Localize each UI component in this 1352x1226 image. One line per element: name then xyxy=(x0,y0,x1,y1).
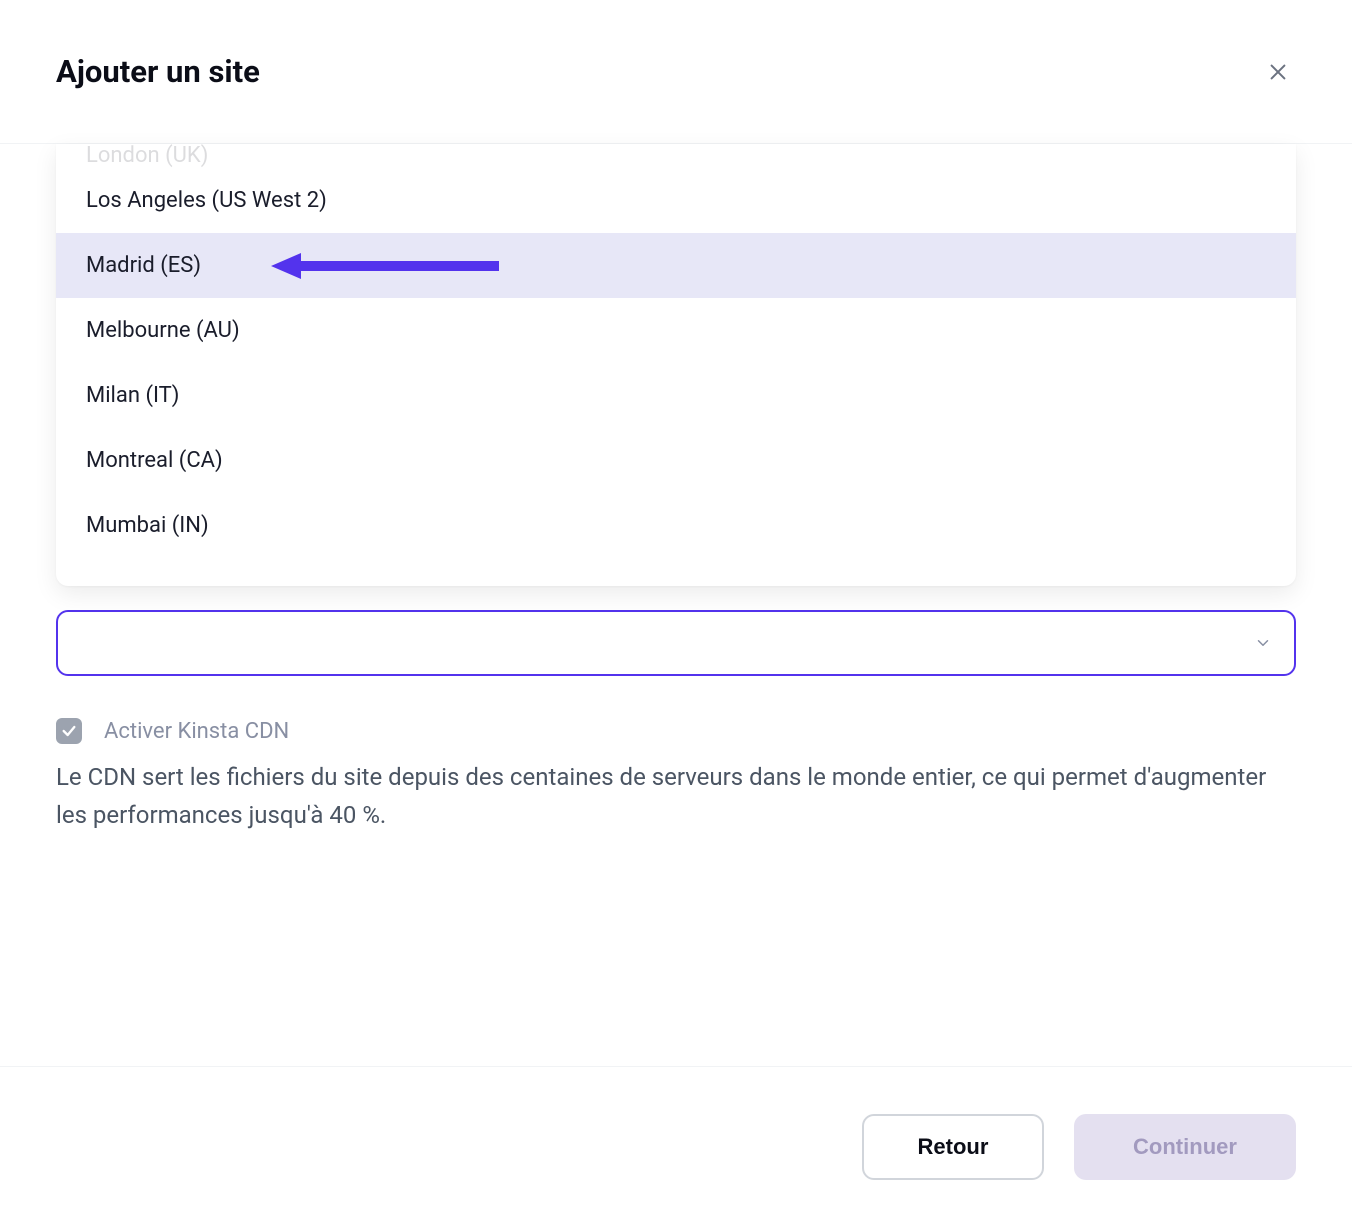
dropdown-bottom-spacer xyxy=(56,558,1296,586)
continue-button[interactable]: Continuer xyxy=(1074,1114,1296,1180)
dropdown-option-label: London (UK) xyxy=(86,144,208,168)
datacenter-select[interactable] xyxy=(56,610,1296,676)
chevron-down-icon xyxy=(1254,634,1272,652)
dropdown-option-partial[interactable]: London (UK) xyxy=(56,144,1296,168)
cdn-checkbox[interactable] xyxy=(56,718,82,744)
dropdown-option-milan[interactable]: Milan (IT) xyxy=(56,363,1296,428)
dropdown-option-label: Montreal (CA) xyxy=(86,448,223,473)
arrow-left-icon xyxy=(271,251,501,281)
cdn-description: Le CDN sert les fichiers du site depuis … xyxy=(56,758,1296,835)
dropdown-option-label: Los Angeles (US West 2) xyxy=(86,188,327,213)
datacenter-dropdown-list: London (UK) Los Angeles (US West 2) Madr… xyxy=(56,144,1296,586)
dropdown-option-mumbai[interactable]: Mumbai (IN) xyxy=(56,493,1296,558)
dropdown-option-label: Mumbai (IN) xyxy=(86,513,209,538)
modal-footer: Retour Continuer xyxy=(0,1066,1352,1226)
modal-title: Ajouter un site xyxy=(56,53,260,90)
close-icon xyxy=(1267,61,1289,83)
modal-body: London (UK) Los Angeles (US West 2) Madr… xyxy=(0,144,1352,1226)
close-button[interactable] xyxy=(1260,54,1296,90)
back-button[interactable]: Retour xyxy=(862,1114,1044,1180)
dropdown-option-los-angeles[interactable]: Los Angeles (US West 2) xyxy=(56,168,1296,233)
dropdown-option-label: Madrid (ES) xyxy=(86,253,201,278)
dropdown-option-montreal[interactable]: Montreal (CA) xyxy=(56,428,1296,493)
dropdown-option-melbourne[interactable]: Melbourne (AU) xyxy=(56,298,1296,363)
dropdown-option-madrid[interactable]: Madrid (ES) xyxy=(56,233,1296,298)
modal-header: Ajouter un site xyxy=(0,0,1352,144)
cdn-checkbox-label: Activer Kinsta CDN xyxy=(104,719,289,744)
dropdown-option-label: Melbourne (AU) xyxy=(86,318,240,343)
check-icon xyxy=(61,723,77,739)
dropdown-option-label: Milan (IT) xyxy=(86,383,179,408)
cdn-checkbox-row: Activer Kinsta CDN xyxy=(56,718,1296,744)
